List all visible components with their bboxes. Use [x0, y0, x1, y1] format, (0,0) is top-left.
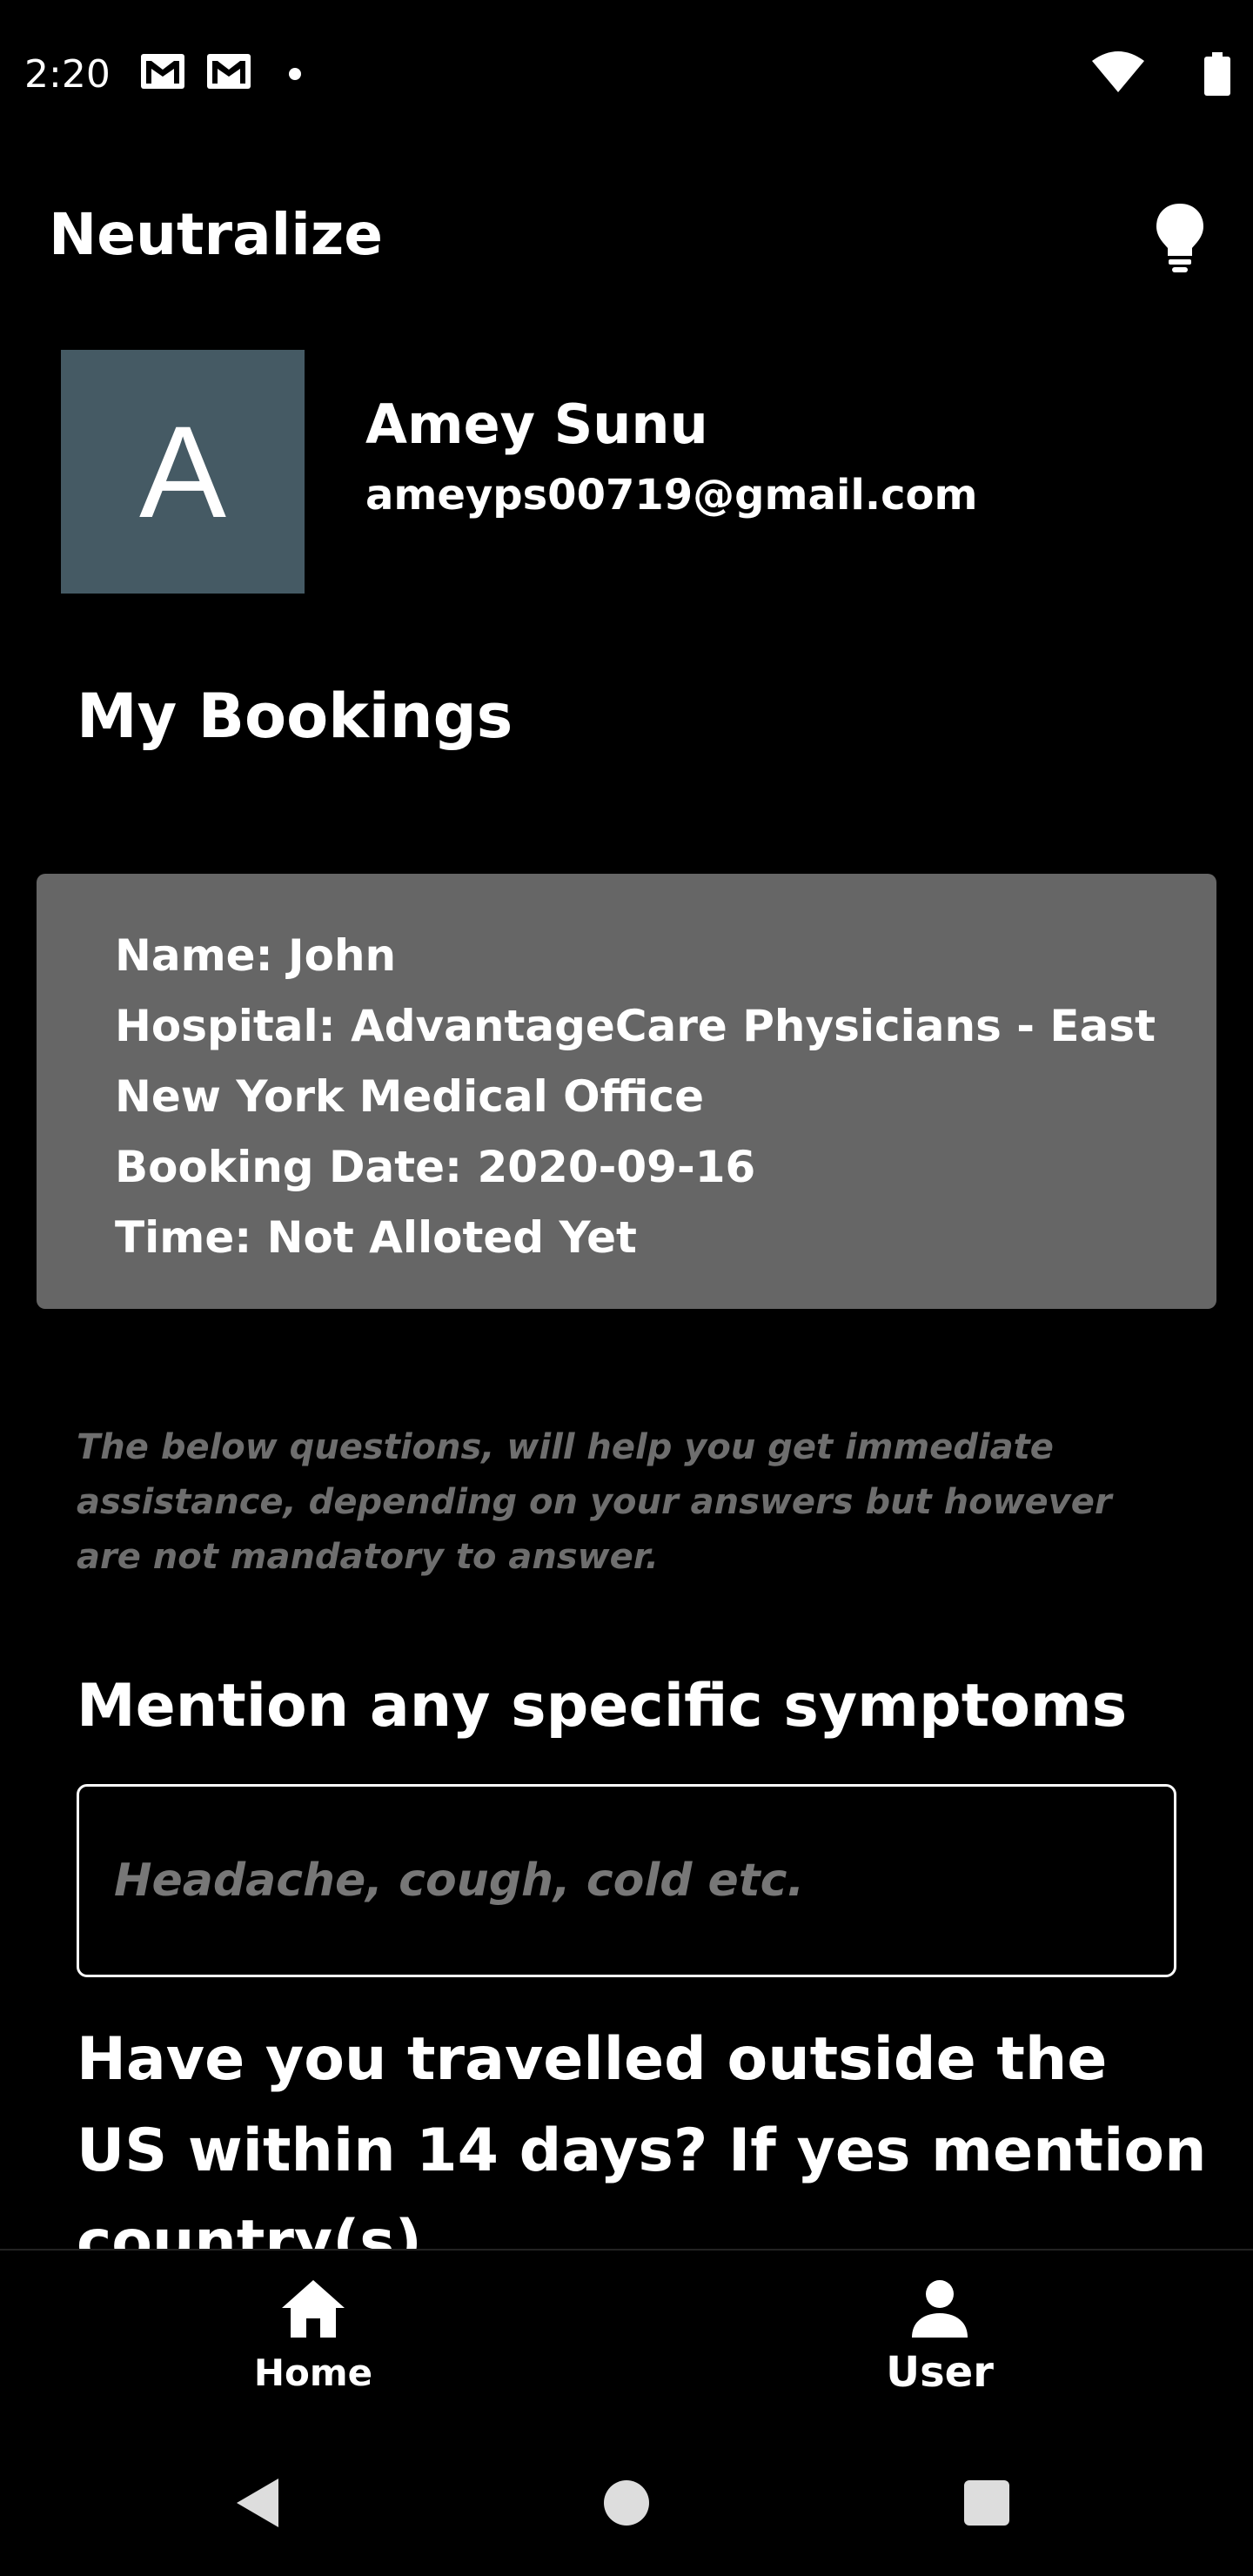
gmail-icon — [207, 54, 251, 89]
symptoms-input[interactable] — [77, 1784, 1176, 1977]
gmail-icon — [141, 54, 184, 89]
wifi-icon — [1092, 51, 1144, 92]
back-icon[interactable] — [235, 2477, 280, 2529]
nav-home[interactable]: Home — [139, 2251, 487, 2432]
bottom-nav: Home User — [0, 2249, 1253, 2432]
battery-icon — [1204, 52, 1230, 96]
nav-home-label: Home — [253, 2351, 373, 2394]
recents-icon[interactable] — [964, 2480, 1009, 2526]
booking-hospital-line-2: New York Medical Office — [115, 1071, 704, 1122]
bookings-heading: My Bookings — [77, 681, 513, 752]
questions-note: The below questions, will help you get i… — [77, 1427, 1112, 1577]
booking-hospital-line-1: Hospital: AdvantageCare Physicians - Eas… — [115, 1001, 1156, 1051]
nav-user-label: User — [886, 2348, 994, 2397]
lightbulb-icon[interactable] — [1154, 202, 1206, 273]
nav-user[interactable]: User — [766, 2251, 1114, 2432]
system-home-icon[interactable] — [604, 2480, 649, 2526]
profile-name: Amey Sunu — [365, 392, 708, 456]
user-icon — [912, 2280, 968, 2338]
status-time: 2:20 — [24, 52, 111, 97]
profile-email: ameyps00719@gmail.com — [365, 471, 978, 520]
booking-time: Time: Not Alloted Yet — [115, 1212, 637, 1263]
home-icon — [282, 2280, 345, 2338]
booking-details: Name: John Hospital: AdvantageCare Physi… — [115, 921, 1194, 1273]
notification-dot-icon — [289, 68, 301, 80]
symptoms-heading: Mention any specific symptoms — [77, 1672, 1128, 1741]
booking-name: Name: John — [115, 930, 397, 981]
app-title: Neutralize — [49, 201, 384, 268]
booking-date: Booking Date: 2020-09-16 — [115, 1142, 756, 1192]
travel-heading: Have you travelled outside the US within… — [77, 2025, 1207, 2277]
booking-card[interactable]: Name: John Hospital: AdvantageCare Physi… — [37, 874, 1216, 1309]
avatar: A — [61, 350, 305, 594]
